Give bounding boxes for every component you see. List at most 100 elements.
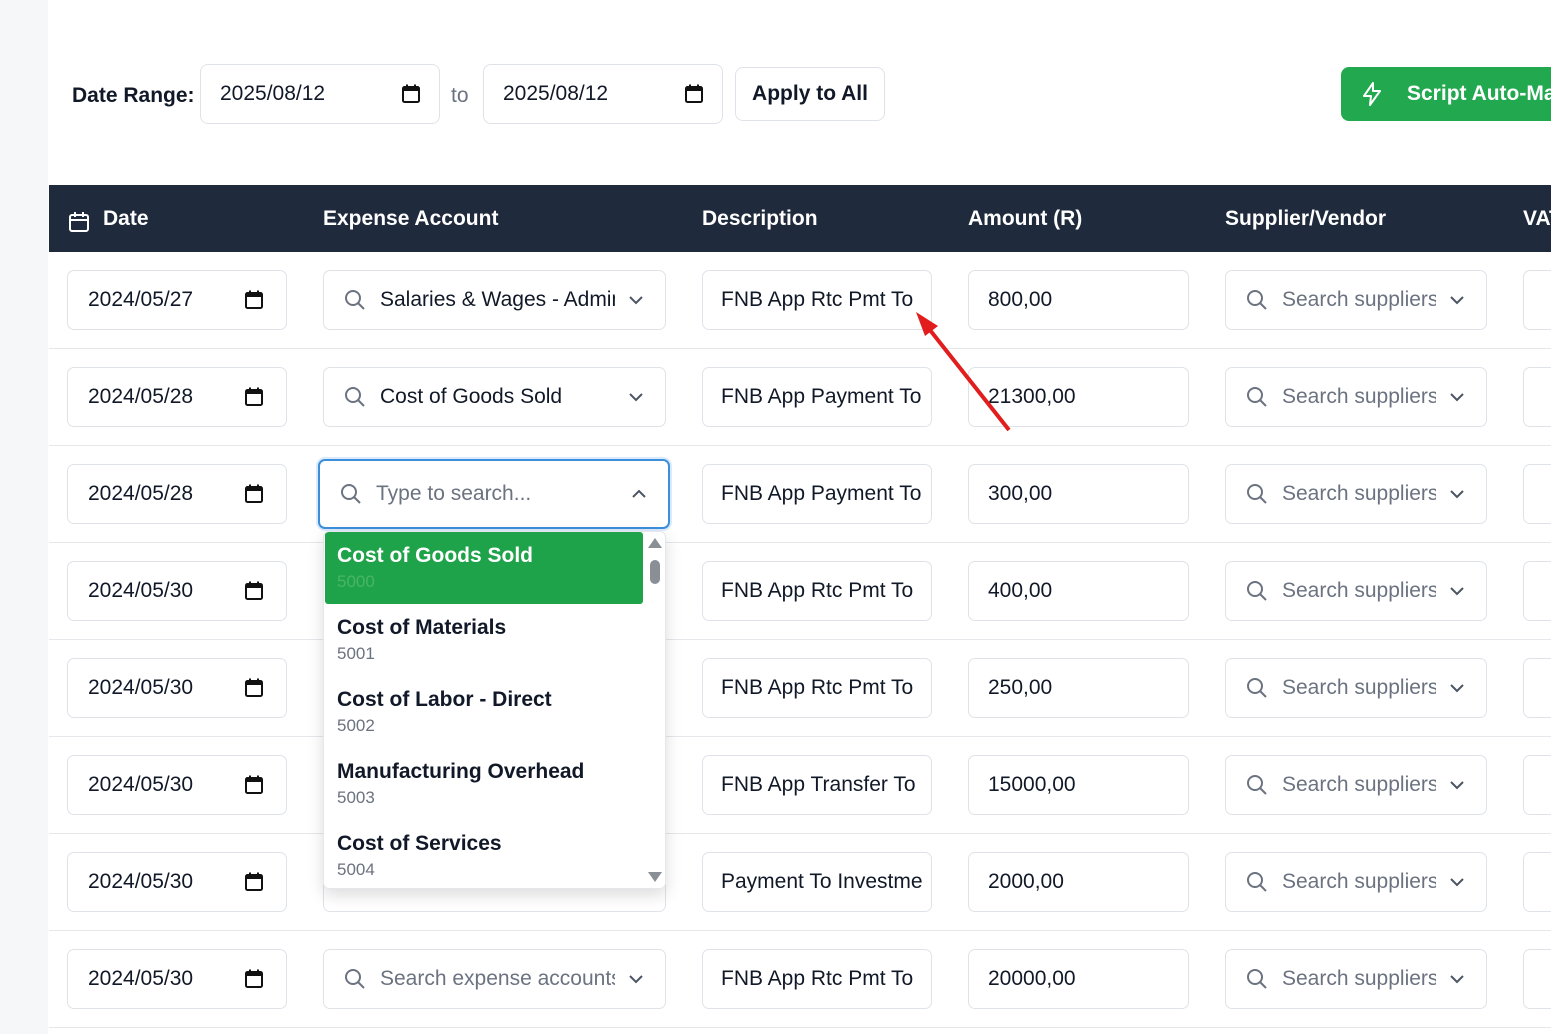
amount-input[interactable]: 250,00: [968, 658, 1189, 718]
row-date-input[interactable]: 2024/05/28: [67, 464, 287, 524]
chevron-down-icon[interactable]: [629, 295, 643, 305]
to-date-input[interactable]: 2025/08/12: [483, 64, 723, 124]
to-label: to: [451, 84, 469, 107]
calendar-icon[interactable]: [244, 678, 264, 698]
calendar-icon[interactable]: [244, 484, 264, 504]
supplier-select[interactable]: Search suppliers...: [1225, 367, 1487, 427]
description-input[interactable]: FNB App Payment To: [702, 367, 932, 427]
date-value: 2024/05/30: [88, 967, 194, 990]
table-header: Date Expense Account Description Amount …: [49, 185, 1551, 252]
description-input[interactable]: FNB App Rtc Pmt To: [702, 561, 932, 621]
header-vat[interactable]: VAT: [1523, 207, 1551, 231]
vat-input[interactable]: [1523, 852, 1551, 912]
dropdown-scrollbar[interactable]: [647, 536, 663, 884]
dropdown-option[interactable]: Cost of Services 5004: [325, 820, 643, 888]
description-input[interactable]: FNB App Rtc Pmt To: [702, 949, 932, 1009]
option-code: 5001: [337, 644, 375, 663]
header-supplier[interactable]: Supplier/Vendor: [1225, 207, 1386, 231]
supplier-select[interactable]: Search suppliers...: [1225, 464, 1487, 524]
lightning-icon: [1363, 82, 1381, 106]
chevron-down-icon[interactable]: [629, 392, 643, 402]
calendar-icon[interactable]: [244, 387, 264, 407]
calendar-icon[interactable]: [244, 581, 264, 601]
chevron-down-icon[interactable]: [1450, 295, 1464, 305]
calendar-icon[interactable]: [684, 84, 704, 104]
from-date-input[interactable]: 2025/08/12: [200, 64, 440, 124]
row-date-input[interactable]: 2024/05/30: [67, 561, 287, 621]
date-value: 2024/05/30: [88, 579, 194, 602]
description-input[interactable]: FNB App Rtc Pmt To: [702, 658, 932, 718]
chevron-down-icon[interactable]: [629, 974, 643, 984]
amount-input[interactable]: 2000,00: [968, 852, 1189, 912]
vat-input[interactable]: [1523, 367, 1551, 427]
chevron-down-icon[interactable]: [1450, 780, 1464, 790]
vat-input[interactable]: [1523, 949, 1551, 1009]
amount-input[interactable]: 21300,00: [968, 367, 1189, 427]
expense-account-select[interactable]: Cost of Goods Sold: [323, 367, 666, 427]
supplier-select[interactable]: Search suppliers...: [1225, 755, 1487, 815]
apply-to-all-button[interactable]: Apply to All: [735, 67, 885, 121]
calendar-icon[interactable]: [244, 969, 264, 989]
row-date-input[interactable]: 2024/05/30: [67, 755, 287, 815]
dropdown-option[interactable]: Cost of Goods Sold 5000: [325, 532, 643, 604]
expense-account-search-input[interactable]: Type to search...: [318, 459, 670, 529]
calendar-icon[interactable]: [244, 775, 264, 795]
chevron-down-icon[interactable]: [1450, 877, 1464, 887]
description-input[interactable]: FNB App Payment To: [702, 464, 932, 524]
script-auto-match-button[interactable]: Script Auto-Ma: [1341, 67, 1551, 121]
row-date-input[interactable]: 2024/05/28: [67, 367, 287, 427]
chevron-down-icon[interactable]: [1450, 392, 1464, 402]
calendar-icon[interactable]: [401, 84, 421, 104]
row-date-input[interactable]: 2024/05/30: [67, 658, 287, 718]
chevron-down-icon[interactable]: [1450, 974, 1464, 984]
amount-input[interactable]: 400,00: [968, 561, 1189, 621]
table-row: 2024/05/30 FNB App Rtc Pmt To 250,00 Sea…: [49, 640, 1551, 737]
date-value: 2024/05/28: [88, 385, 194, 408]
dropdown-option[interactable]: Cost of Labor - Direct 5002: [325, 676, 643, 748]
row-date-input[interactable]: 2024/05/30: [67, 949, 287, 1009]
amount-input[interactable]: 800,00: [968, 270, 1189, 330]
chevron-up-icon[interactable]: [632, 489, 646, 499]
amount-value: 250,00: [988, 676, 1053, 699]
vat-input[interactable]: [1523, 561, 1551, 621]
description-input[interactable]: Payment To Investme: [702, 852, 932, 912]
amount-input[interactable]: 300,00: [968, 464, 1189, 524]
chevron-down-icon[interactable]: [1450, 586, 1464, 596]
scroll-down-arrow-icon[interactable]: [648, 872, 662, 882]
supplier-select[interactable]: Search suppliers...: [1225, 561, 1487, 621]
supplier-placeholder: Search suppliers...: [1282, 967, 1436, 990]
calendar-icon[interactable]: [244, 872, 264, 892]
description-input[interactable]: FNB App Transfer To: [702, 755, 932, 815]
description-input[interactable]: FNB App Rtc Pmt To: [702, 270, 932, 330]
vat-input[interactable]: [1523, 658, 1551, 718]
script-button-label: Script Auto-Ma: [1407, 82, 1551, 105]
scroll-thumb[interactable]: [650, 560, 660, 584]
scroll-up-arrow-icon[interactable]: [648, 538, 662, 548]
expense-account-select[interactable]: Search expense accounts...: [323, 949, 666, 1009]
vat-input[interactable]: [1523, 464, 1551, 524]
row-date-input[interactable]: 2024/05/27: [67, 270, 287, 330]
expense-account-select[interactable]: Salaries & Wages - Admin: [323, 270, 666, 330]
vat-input[interactable]: [1523, 270, 1551, 330]
row-date-input[interactable]: 2024/05/30: [67, 852, 287, 912]
header-amount[interactable]: Amount (R): [968, 207, 1082, 231]
supplier-select[interactable]: Search suppliers...: [1225, 949, 1487, 1009]
amount-value: 800,00: [988, 288, 1053, 311]
chevron-down-icon[interactable]: [1450, 489, 1464, 499]
header-date[interactable]: Date: [103, 207, 149, 231]
supplier-select[interactable]: Search suppliers...: [1225, 852, 1487, 912]
amount-input[interactable]: 15000,00: [968, 755, 1189, 815]
dropdown-option[interactable]: Cost of Materials 5001: [325, 604, 643, 676]
calendar-icon[interactable]: [244, 290, 264, 310]
chevron-down-icon[interactable]: [1450, 683, 1464, 693]
header-description[interactable]: Description: [702, 207, 818, 231]
supplier-select[interactable]: Search suppliers...: [1225, 658, 1487, 718]
supplier-select[interactable]: Search suppliers...: [1225, 270, 1487, 330]
dropdown-option[interactable]: Manufacturing Overhead 5003: [325, 748, 643, 820]
vat-input[interactable]: [1523, 755, 1551, 815]
date-value: 2024/05/27: [88, 288, 194, 311]
option-code: 5002: [337, 716, 375, 735]
amount-input[interactable]: 20000,00: [968, 949, 1189, 1009]
amount-value: 400,00: [988, 579, 1053, 602]
header-expense-account[interactable]: Expense Account: [323, 207, 498, 231]
